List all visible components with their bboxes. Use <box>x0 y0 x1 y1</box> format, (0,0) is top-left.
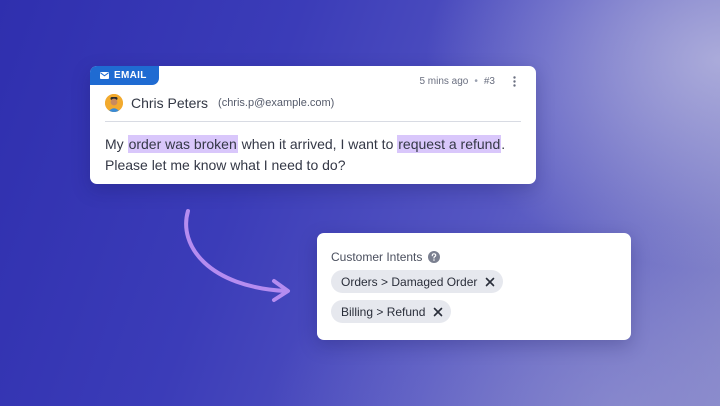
email-meta: 5 mins ago • #3 <box>419 76 516 87</box>
intent-tag[interactable]: Orders > Damaged Order <box>331 270 504 293</box>
sender-name: Chris Peters <box>131 95 209 111</box>
ticket-number: #3 <box>483 76 495 87</box>
email-badge: EMAIL <box>90 66 159 85</box>
highlight-refund: request a refund <box>397 135 502 153</box>
highlight-order-broken: order was broken <box>127 135 238 153</box>
sender-email: (chris.p@example.com) <box>218 97 335 109</box>
mail-icon <box>100 72 109 79</box>
help-icon[interactable] <box>428 251 441 263</box>
intent-tag-label: Orders > Damaged Order <box>341 274 478 289</box>
timestamp: 5 mins ago <box>419 76 469 87</box>
message-text: My <box>105 136 128 152</box>
close-icon[interactable] <box>433 307 443 317</box>
avatar <box>105 94 123 112</box>
intent-tag[interactable]: Billing > Refund <box>331 300 452 323</box>
intents-header: Customer Intents <box>331 250 441 264</box>
meta-separator: • <box>474 76 478 87</box>
divider <box>105 121 521 122</box>
intents-title: Customer Intents <box>331 250 423 264</box>
customer-intents-card: Customer Intents Orders > Damaged Order … <box>317 233 631 340</box>
email-message: My order was broken when it arrived, I w… <box>105 134 525 176</box>
curved-arrow-icon <box>184 209 290 302</box>
intent-tag-label: Billing > Refund <box>341 304 426 319</box>
message-text: when it arrived, I want to <box>237 136 398 152</box>
close-icon[interactable] <box>485 277 495 287</box>
sender-row: Chris Peters (chris.p@example.com) <box>105 94 334 112</box>
email-card: EMAIL 5 mins ago • #3 Chris Peters (chri… <box>90 66 536 184</box>
email-badge-label: EMAIL <box>114 70 147 81</box>
kebab-menu-icon[interactable] <box>513 76 516 87</box>
